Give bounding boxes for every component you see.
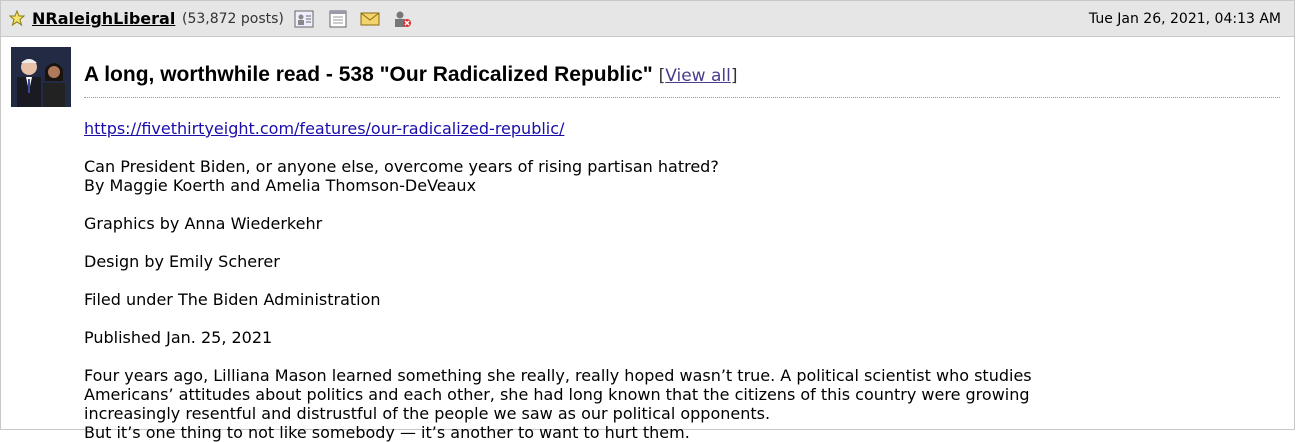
filed-under: Filed under The Biden Administration [84, 290, 381, 309]
avatar[interactable] [11, 47, 71, 107]
post-date: Tue Jan 26, 2021, 04:13 AM [1088, 11, 1281, 27]
published-date: Published Jan. 25, 2021 [84, 328, 273, 347]
journal-icon[interactable] [328, 10, 348, 28]
article-byline: By Maggie Koerth and Amelia Thomson-DeVe… [84, 176, 477, 195]
profile-icon[interactable] [294, 10, 314, 28]
graphics-credit: Graphics by Anna Wiederkehr [84, 214, 323, 233]
mail-icon[interactable] [360, 10, 380, 28]
view-all-wrapper: [View all] [659, 66, 738, 86]
post-body: https://fivethirtyeight.com/features/our… [84, 119, 1084, 442]
paragraph-2: But it’s one thing to not like somebody … [84, 423, 690, 442]
view-all-close-bracket: ] [730, 66, 738, 86]
username-link[interactable]: NRaleighLiberal [32, 9, 175, 28]
star-icon[interactable] [9, 10, 25, 26]
article-link[interactable]: https://fivethirtyeight.com/features/our… [84, 119, 564, 138]
design-credit: Design by Emily Scherer [84, 252, 280, 271]
post-container: NRaleighLiberal (53,872 posts) Tue Jan 2… [0, 0, 1295, 442]
paragraph-1: Four years ago, Lilliana Mason learned s… [84, 366, 1032, 423]
avatar-image [11, 47, 71, 107]
post-title: A long, worthwhile read - 538 "Our Radic… [84, 63, 653, 86]
post-header: NRaleighLiberal (53,872 posts) Tue Jan 2… [1, 1, 1294, 37]
title-divider [84, 97, 1280, 98]
ignore-icon[interactable] [392, 10, 412, 28]
post-count: (53,872 posts) [182, 11, 284, 27]
article-subtitle: Can President Biden, or anyone else, ove… [84, 157, 719, 176]
post-title-row: A long, worthwhile read - 538 "Our Radic… [84, 63, 737, 87]
view-all-link[interactable]: View all [665, 66, 731, 86]
